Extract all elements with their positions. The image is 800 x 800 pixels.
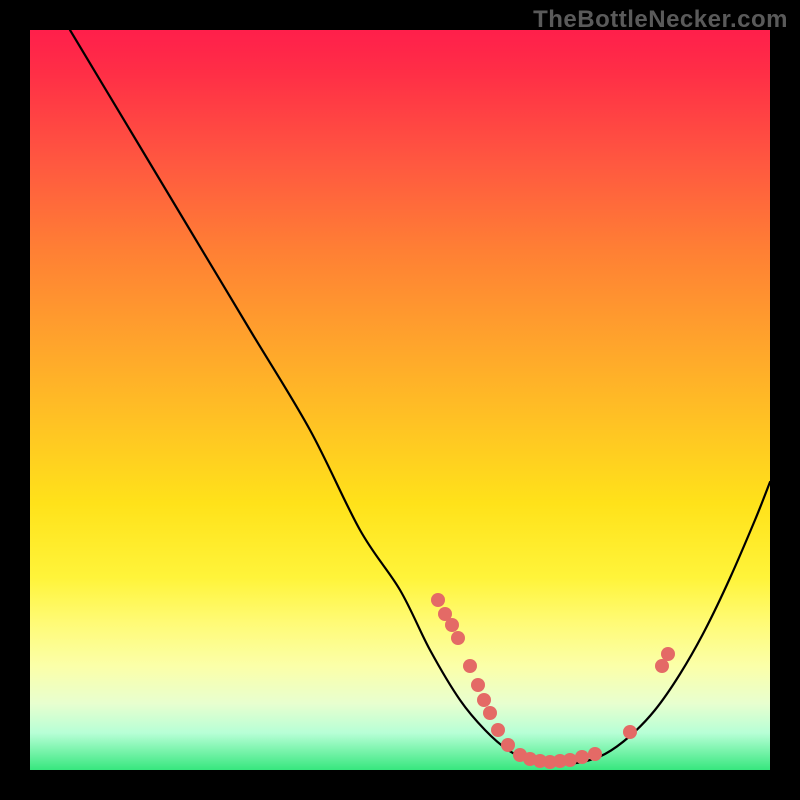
- data-point: [471, 678, 485, 692]
- data-point: [445, 618, 459, 632]
- data-point: [588, 747, 602, 761]
- chart-frame: TheBottleNecker.com: [0, 0, 800, 800]
- plot-svg: [30, 30, 770, 770]
- data-points-group: [431, 593, 675, 769]
- data-point: [661, 647, 675, 661]
- data-point: [477, 693, 491, 707]
- data-point: [491, 723, 505, 737]
- data-point: [431, 593, 445, 607]
- data-point: [563, 753, 577, 767]
- data-point: [451, 631, 465, 645]
- data-point: [463, 659, 477, 673]
- data-point: [575, 750, 589, 764]
- data-point: [623, 725, 637, 739]
- data-point: [483, 706, 497, 720]
- data-point: [501, 738, 515, 752]
- data-point: [655, 659, 669, 673]
- watermark-text: TheBottleNecker.com: [533, 6, 788, 34]
